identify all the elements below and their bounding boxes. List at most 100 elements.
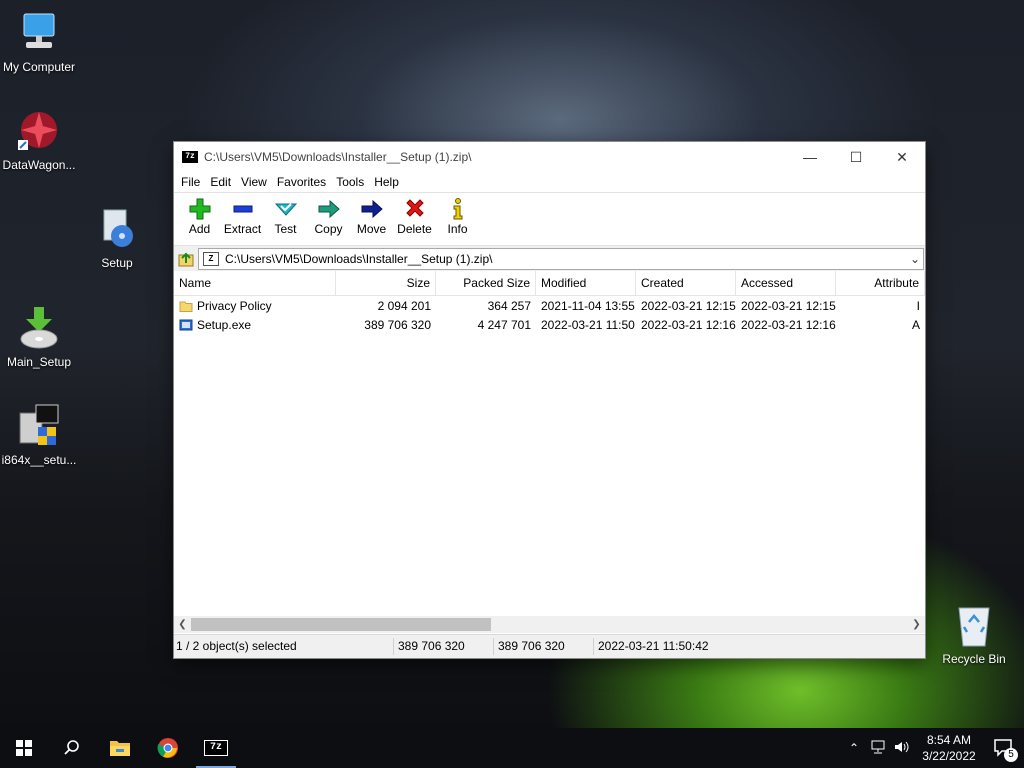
desktop-icon-recycle-bin[interactable]: Recycle Bin: [932, 602, 1016, 666]
notifications-button[interactable]: 5: [984, 728, 1024, 768]
7zip-taskbar-button[interactable]: 7z: [192, 728, 240, 768]
copy-label: Copy: [314, 222, 343, 236]
extract-button[interactable]: Extract: [221, 193, 264, 236]
close-button[interactable]: ✕: [879, 142, 925, 172]
file-created: 2022-03-21 12:15: [641, 298, 736, 313]
notification-count-badge: 5: [1004, 748, 1018, 762]
desktop-icon-setup[interactable]: Setup: [75, 206, 159, 270]
info-label: Info: [447, 222, 468, 236]
desktop-icon-label: Setup: [101, 256, 133, 270]
menu-view[interactable]: View: [236, 175, 272, 189]
desktop-icon-i864x-setup[interactable]: i864x__setu...: [0, 403, 81, 467]
chrome-button[interactable]: [144, 728, 192, 768]
column-name[interactable]: Name: [174, 271, 336, 295]
file-name: Setup.exe: [197, 317, 252, 332]
scroll-left-icon[interactable]: ❮: [174, 619, 191, 630]
info-button[interactable]: Info: [436, 193, 479, 236]
network-icon[interactable]: [866, 740, 890, 757]
file-created: 2022-03-21 12:16: [641, 317, 736, 332]
file-modified: 2022-03-21 11:50: [541, 317, 635, 332]
folder-up-icon: [178, 252, 194, 267]
move-icon: [350, 197, 393, 221]
system-tray: ⌃ 8:54 AM 3/22/2022 5: [842, 728, 1024, 768]
path-combobox[interactable]: Z C:\Users\VM5\Downloads\Installer__Setu…: [198, 248, 924, 270]
folder-icon: [179, 301, 193, 312]
chevron-up-icon[interactable]: ⌃: [842, 741, 866, 755]
7zip-icon: 7z: [204, 740, 228, 756]
file-packed-size: 364 257: [487, 298, 531, 313]
delete-button[interactable]: Delete: [393, 193, 436, 236]
maximize-button[interactable]: ☐: [833, 142, 879, 172]
path-text: C:\Users\VM5\Downloads\Installer__Setup …: [225, 252, 493, 266]
file-packed-size: 4 247 701: [477, 317, 531, 332]
extract-label: Extract: [223, 222, 262, 236]
file-attribute: A: [911, 317, 920, 332]
file-row[interactable]: Setup.exe 389 706 320 4 247 701 2022-03-…: [174, 315, 925, 334]
horizontal-scrollbar[interactable]: ❮ ❯: [174, 616, 925, 633]
computer-icon: [16, 10, 62, 56]
column-modified[interactable]: Modified: [536, 271, 636, 295]
status-bar: 1 / 2 object(s) selected 389 706 320 389…: [174, 634, 925, 658]
clock-date: 3/22/2022: [922, 749, 976, 763]
file-explorer-button[interactable]: [96, 728, 144, 768]
file-list: Name Size Packed Size Modified Created A…: [174, 271, 925, 616]
file-row[interactable]: Privacy Policy 2 094 201 364 257 2021-11…: [174, 296, 925, 315]
desktop-icon-label: DataWagon...: [2, 158, 76, 172]
7zip-window: 7z C:\Users\VM5\Downloads\Installer__Set…: [173, 141, 926, 659]
info-icon: [436, 197, 479, 221]
menu-edit[interactable]: Edit: [205, 175, 236, 189]
column-header-row: Name Size Packed Size Modified Created A…: [174, 271, 925, 296]
column-size[interactable]: Size: [336, 271, 436, 295]
minimize-button[interactable]: —: [787, 142, 833, 172]
desktop-icon-datawagon[interactable]: DataWagon...: [0, 108, 81, 172]
menu-help[interactable]: Help: [369, 175, 404, 189]
clock-time: 8:54 AM: [926, 733, 972, 747]
desktop-icon-main-setup[interactable]: Main_Setup: [0, 305, 81, 369]
delete-label: Delete: [397, 222, 432, 236]
setup-installer-icon: [94, 206, 140, 252]
column-accessed[interactable]: Accessed: [736, 271, 836, 295]
move-button[interactable]: Move: [350, 193, 393, 236]
column-created[interactable]: Created: [636, 271, 736, 295]
title-bar[interactable]: 7z C:\Users\VM5\Downloads\Installer__Set…: [174, 142, 925, 172]
window-title: C:\Users\VM5\Downloads\Installer__Setup …: [204, 150, 472, 164]
search-button[interactable]: [48, 728, 96, 768]
status-selection: 1 / 2 object(s) selected: [174, 638, 394, 655]
setup-package-icon: [16, 403, 62, 449]
add-button[interactable]: Add: [178, 193, 221, 236]
file-size: 2 094 201: [377, 298, 431, 313]
clock[interactable]: 8:54 AM 3/22/2022: [914, 732, 984, 764]
scroll-right-icon[interactable]: ❯: [908, 619, 925, 630]
extract-icon: [221, 197, 264, 221]
7zip-app-icon: 7z: [182, 151, 198, 163]
search-icon: [64, 740, 79, 755]
test-button[interactable]: Test: [264, 193, 307, 236]
taskbar: 7z ⌃ 8:54 AM 3/22/2022 5: [0, 728, 1024, 768]
scroll-track[interactable]: [191, 618, 908, 631]
volume-icon[interactable]: [890, 740, 914, 757]
status-packed-size: 389 706 320: [494, 638, 594, 655]
status-size: 389 706 320: [394, 638, 494, 655]
chrome-icon: [157, 738, 178, 758]
menu-favorites[interactable]: Favorites: [272, 175, 331, 189]
start-button[interactable]: [0, 728, 48, 768]
move-label: Move: [356, 222, 387, 236]
desktop-icon-my-computer[interactable]: My Computer: [0, 10, 81, 74]
column-packed-size[interactable]: Packed Size: [436, 271, 536, 295]
menu-tools[interactable]: Tools: [331, 175, 369, 189]
menu-file[interactable]: File: [176, 175, 205, 189]
scroll-thumb[interactable]: [191, 618, 491, 631]
copy-icon: [307, 197, 350, 221]
test-label: Test: [274, 222, 297, 236]
file-attribute: I: [916, 298, 920, 313]
menu-bar: File Edit View Favorites Tools Help: [174, 172, 925, 192]
file-name: Privacy Policy: [197, 298, 272, 313]
file-accessed: 2022-03-21 12:15: [741, 298, 836, 313]
datawagon-icon: [16, 108, 62, 154]
column-attribute[interactable]: Attribute: [836, 271, 925, 295]
copy-button[interactable]: Copy: [307, 193, 350, 236]
toolbar: Add Extract Test Copy Move Delete Info: [174, 192, 925, 246]
add-label: Add: [188, 222, 211, 236]
up-folder-button[interactable]: [174, 248, 198, 270]
chevron-down-icon[interactable]: ⌄: [907, 252, 923, 266]
